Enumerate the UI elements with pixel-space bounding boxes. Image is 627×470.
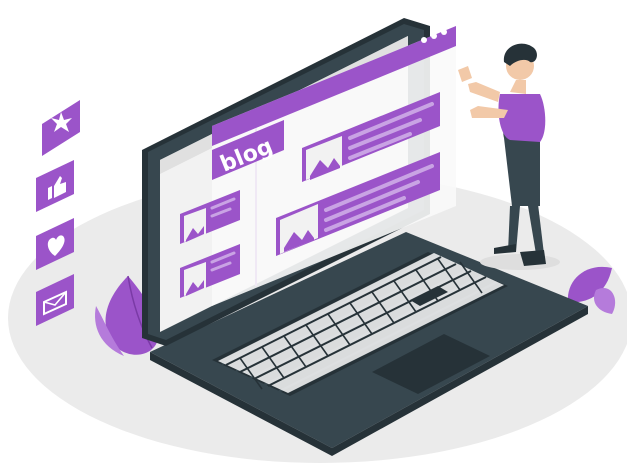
like-badge [36,160,74,212]
social-icons [36,100,80,326]
star-badge [42,100,80,156]
blog-illustration: blog [8,18,627,463]
